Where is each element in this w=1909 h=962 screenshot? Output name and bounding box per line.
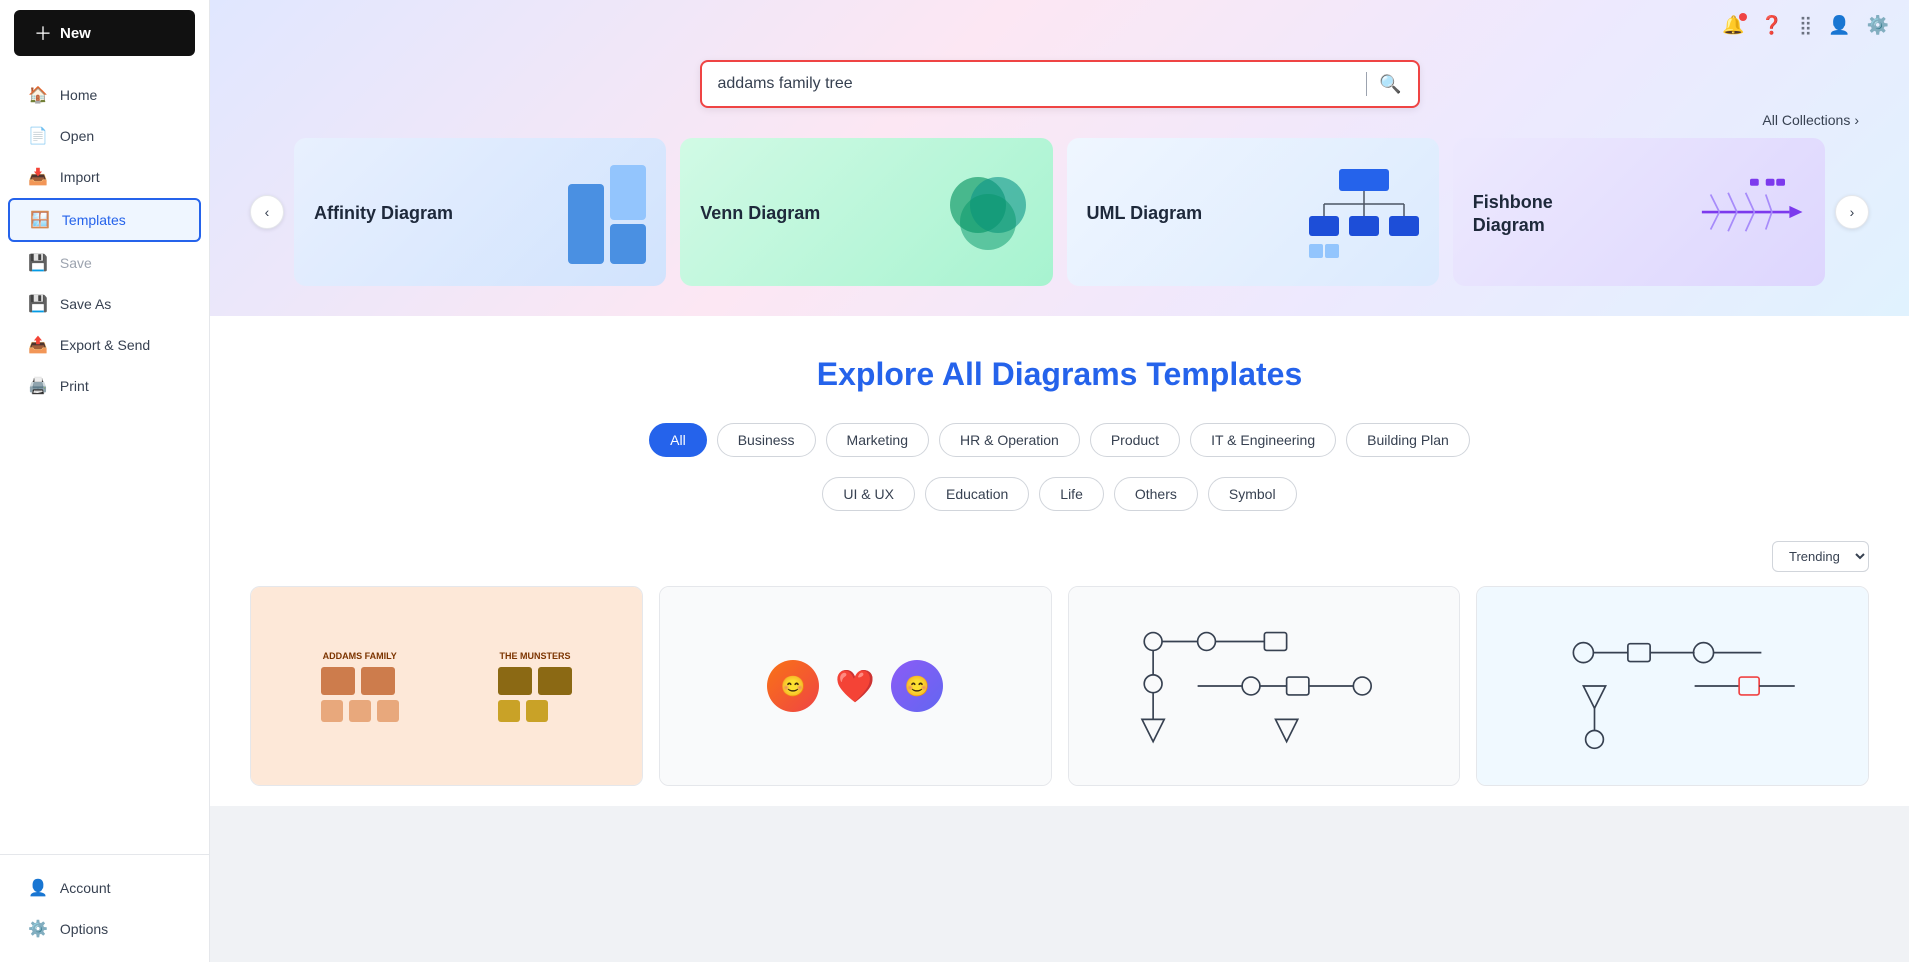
user-icon[interactable]: 👤 [1828, 15, 1850, 36]
new-label: New [60, 25, 91, 42]
template-card-addams[interactable]: ADDAMS FAMILY THE MUNSTERS [250, 586, 643, 786]
search-input[interactable]: addams family tree [718, 75, 1355, 93]
settings-icon[interactable]: ⚙️ [1867, 15, 1889, 36]
venn-label: Venn Diagram [700, 202, 820, 225]
sidebar-bottom: 👤 Account ⚙️ Options [0, 854, 209, 962]
filter-life[interactable]: Life [1039, 477, 1104, 511]
sidebar-label-home: Home [60, 87, 97, 103]
template-card-circuit2[interactable] [1476, 586, 1869, 786]
sidebar-nav: 🏠 Home 📄 Open 📥 Import 🪟 Templates 💾 Sav… [0, 66, 209, 468]
carousel-card-venn[interactable]: Venn Diagram [680, 138, 1052, 286]
carousel-next-button[interactable]: › [1835, 195, 1869, 229]
sidebar-item-options[interactable]: ⚙️ Options [8, 909, 201, 949]
sidebar-label-import: Import [60, 169, 100, 185]
filter-building[interactable]: Building Plan [1346, 423, 1470, 457]
filter-business[interactable]: Business [717, 423, 816, 457]
save-as-icon: 💾 [28, 294, 48, 314]
search-divider [1366, 72, 1367, 96]
apps-icon[interactable]: ⣿ [1799, 15, 1812, 36]
save-icon: 💾 [28, 253, 48, 273]
sidebar-label-save: Save [60, 255, 92, 271]
circuit1-card-visual [1069, 587, 1460, 785]
sidebar-label-open: Open [60, 128, 94, 144]
filter-marketing[interactable]: Marketing [826, 423, 929, 457]
filter-pills: All Business Marketing HR & Operation Pr… [250, 423, 1869, 511]
import-icon: 📥 [28, 167, 48, 187]
templates-icon: 🪟 [30, 210, 50, 230]
aff-card-2 [610, 165, 646, 220]
main-content: 🔔 ❓ ⣿ 👤 ⚙️ addams family tree 🔍 All Coll… [210, 0, 1909, 962]
explore-section: Explore All Diagrams Templates All Busin… [210, 316, 1909, 806]
sort-row: Trending Newest Popular [250, 541, 1869, 572]
filter-product[interactable]: Product [1090, 423, 1180, 457]
filter-symbol[interactable]: Symbol [1208, 477, 1297, 511]
fishbone-label: Fishbone Diagram [1473, 191, 1613, 238]
filter-others[interactable]: Others [1114, 477, 1198, 511]
sidebar-label-save-as: Save As [60, 296, 111, 312]
template-card-avatars[interactable]: 😊 ❤️ 😊 [659, 586, 1052, 786]
avatars-card-visual: 😊 ❤️ 😊 [660, 587, 1051, 785]
sidebar-item-home[interactable]: 🏠 Home [8, 75, 201, 115]
addams-left-col: ADDAMS FAMILY [321, 651, 399, 722]
sidebar-item-templates[interactable]: 🪟 Templates [8, 198, 201, 242]
sidebar-label-account: Account [60, 880, 111, 896]
venn-visual [943, 167, 1033, 262]
new-button[interactable]: ＋ New [14, 10, 195, 56]
affinity-label: Affinity Diagram [314, 202, 453, 225]
addams-card-visual: ADDAMS FAMILY THE MUNSTERS [251, 587, 642, 785]
carousel-card-fishbone[interactable]: Fishbone Diagram [1453, 138, 1825, 286]
template-card-circuit1[interactable] [1068, 586, 1461, 786]
uml-label: UML Diagram [1087, 202, 1203, 225]
affinity-visual [568, 165, 646, 264]
circuit2-card-visual [1477, 587, 1868, 785]
explore-title-plain: Explore [817, 356, 942, 392]
filter-education[interactable]: Education [925, 477, 1029, 511]
sidebar-label-print: Print [60, 378, 89, 394]
sidebar-item-print[interactable]: 🖨️ Print [8, 366, 201, 406]
uml-visual [1309, 164, 1419, 264]
export-icon: 📤 [28, 335, 48, 355]
sort-select[interactable]: Trending Newest Popular [1772, 541, 1869, 572]
filter-it[interactable]: IT & Engineering [1190, 423, 1336, 457]
sidebar-item-save-as[interactable]: 💾 Save As [8, 284, 201, 324]
aff-card-1 [568, 184, 604, 264]
template-grid: ADDAMS FAMILY THE MUNSTERS [250, 586, 1869, 786]
filter-uiux[interactable]: UI & UX [822, 477, 915, 511]
addams-right-col: THE MUNSTERS [498, 651, 572, 722]
carousel-items: Affinity Diagram Venn Diagram [294, 138, 1825, 286]
carousel-card-affinity[interactable]: Affinity Diagram [294, 138, 666, 286]
search-button[interactable]: 🔍 [1379, 74, 1401, 95]
filter-hr[interactable]: HR & Operation [939, 423, 1080, 457]
carousel-card-uml[interactable]: UML Diagram [1067, 138, 1439, 286]
sidebar: ＋ New 🏠 Home 📄 Open 📥 Import 🪟 Templates… [0, 0, 210, 962]
carousel: All Collections › ‹ Affinity Diagram [250, 138, 1869, 286]
explore-title: Explore All Diagrams Templates [250, 356, 1869, 393]
notification-icon[interactable]: 🔔 [1722, 15, 1744, 36]
explore-title-colored: All Diagrams Templates [942, 356, 1302, 392]
account-icon: 👤 [28, 878, 48, 898]
sidebar-label-export: Export & Send [60, 337, 150, 353]
options-icon: ⚙️ [28, 919, 48, 939]
topbar: 🔔 ❓ ⣿ 👤 ⚙️ [210, 0, 1909, 50]
aff-card-3 [610, 224, 646, 264]
sidebar-item-open[interactable]: 📄 Open [8, 116, 201, 156]
help-icon[interactable]: ❓ [1761, 15, 1783, 36]
chevron-right-icon: › [1854, 112, 1859, 128]
sidebar-item-import[interactable]: 📥 Import [8, 157, 201, 197]
open-icon: 📄 [28, 126, 48, 146]
all-collections-link[interactable]: All Collections › [1762, 112, 1859, 128]
fishbone-visual [1695, 177, 1805, 252]
filter-all[interactable]: All [649, 423, 707, 457]
print-icon: 🖨️ [28, 376, 48, 396]
sidebar-label-templates: Templates [62, 212, 126, 228]
plus-icon: ＋ [34, 20, 52, 46]
home-icon: 🏠 [28, 85, 48, 105]
search-box: addams family tree 🔍 [700, 60, 1420, 108]
carousel-prev-button[interactable]: ‹ [250, 195, 284, 229]
sidebar-label-options: Options [60, 921, 108, 937]
sidebar-item-save: 💾 Save [8, 243, 201, 283]
sidebar-item-account[interactable]: 👤 Account [8, 868, 201, 908]
sidebar-item-export[interactable]: 📤 Export & Send [8, 325, 201, 365]
